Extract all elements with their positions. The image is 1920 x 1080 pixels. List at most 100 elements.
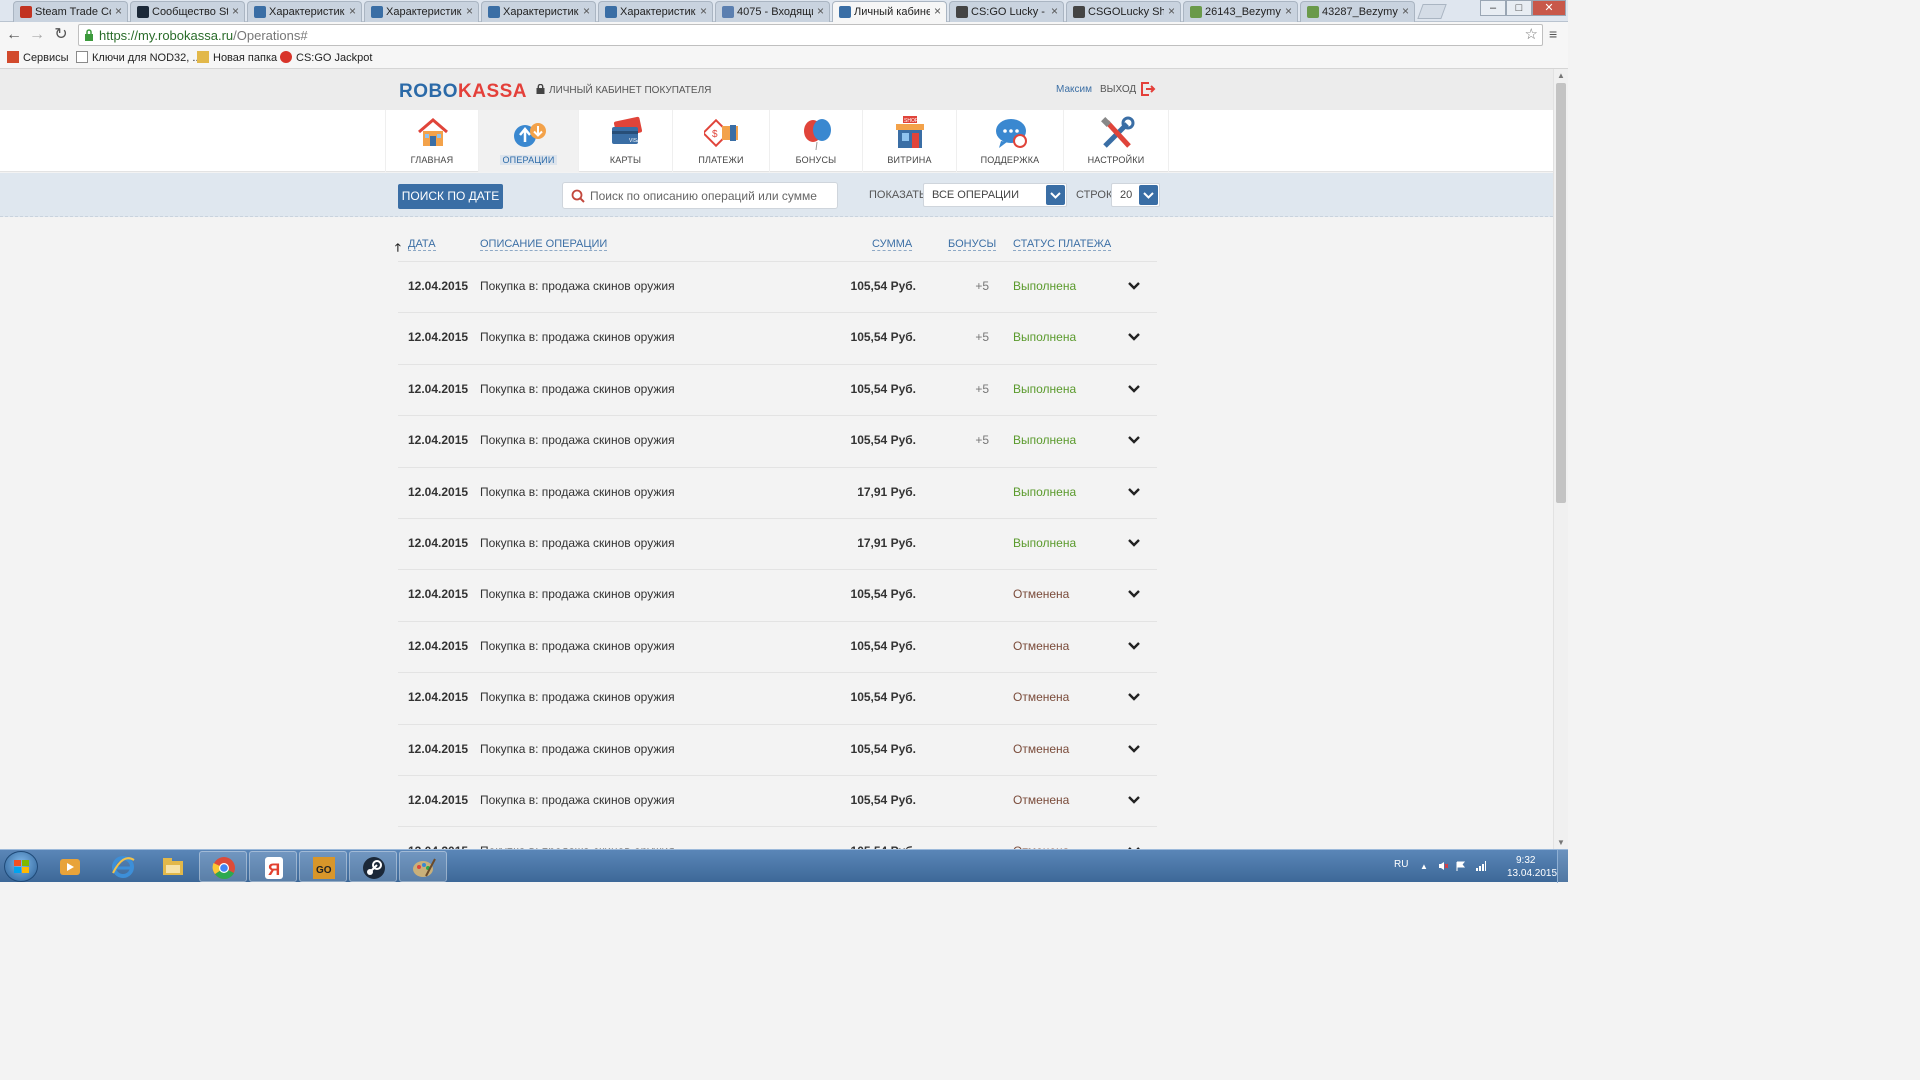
forward-button[interactable]: → [27,25,47,45]
browser-tab[interactable]: 43287_Bezymyan × [1300,1,1415,22]
table-row[interactable]: 12.04.2015Покупка в: продажа скинов оруж… [398,776,1157,828]
browser-tab[interactable]: Характеристики × [598,1,713,22]
tab-close-icon[interactable]: × [1168,4,1175,18]
rows-per-page-select[interactable]: 20 [1111,183,1160,207]
column-header-sum[interactable]: СУММА [872,238,913,251]
tab-close-icon[interactable]: × [934,4,941,18]
nav-item-settings[interactable]: НАСТРОЙКИ [1064,110,1169,172]
browser-tab[interactable]: Steam Trade Cor × [13,1,128,22]
table-row[interactable]: 12.04.2015Покупка в: продажа скинов оруж… [398,262,1157,314]
tab-close-icon[interactable]: × [817,4,824,18]
expand-chevron-icon[interactable] [1126,279,1142,293]
nav-item-cards[interactable]: VISA КАРТЫ [579,110,673,172]
tab-close-icon[interactable]: × [700,4,707,18]
table-row[interactable]: 12.04.2015Покупка в: продажа скинов оруж… [398,725,1157,776]
taskbar-app-button[interactable] [46,851,94,882]
tab-close-icon[interactable]: × [1051,4,1058,18]
new-tab-button[interactable] [1417,4,1447,19]
browser-tab[interactable]: Характеристики × [247,1,362,22]
column-header-status[interactable]: СТАТУС ПЛАТЕЖА [1013,238,1112,251]
logout-icon[interactable] [1140,81,1156,97]
tab-close-icon[interactable]: × [1402,4,1409,18]
expand-chevron-icon[interactable] [1126,690,1142,704]
user-name-link[interactable]: Максим [1056,84,1092,95]
browser-tab[interactable]: CSGOLucky Shop × [1066,1,1181,22]
expand-chevron-icon[interactable] [1126,382,1142,396]
tab-close-icon[interactable]: × [466,4,473,18]
scrollbar-thumb[interactable] [1556,83,1566,503]
browser-tab[interactable]: 4075 - Входящие × [715,1,830,22]
speaker-muted-icon[interactable] [1438,861,1448,871]
nav-item-support[interactable]: ПОДДЕРЖКА [957,110,1064,172]
reload-button[interactable]: ↻ [51,25,71,45]
bookmark-item[interactable]: Ключи для NOD32, ... [76,51,202,64]
expand-chevron-icon[interactable] [1126,433,1142,447]
bookmark-item[interactable]: Сервисы [7,51,69,64]
browser-tab[interactable]: Характеристики × [481,1,596,22]
taskbar-app-button[interactable] [149,851,197,882]
clock-time[interactable]: 9:32 [1516,855,1535,866]
expand-chevron-icon[interactable] [1126,536,1142,550]
table-row[interactable]: 12.04.2015Покупка в: продажа скинов оруж… [398,519,1157,571]
browser-tab[interactable]: Сообщество Ste × [130,1,245,22]
scroll-down-arrow-icon[interactable]: ▼ [1557,838,1565,847]
table-row[interactable]: 12.04.2015Покупка в: продажа скинов оруж… [398,622,1157,674]
column-header-bonus[interactable]: БОНУСЫ [948,238,997,251]
taskbar-app-button[interactable] [399,851,447,882]
taskbar-app-button[interactable] [349,851,397,882]
taskbar-app-button[interactable]: GO [299,851,347,882]
operations-type-select[interactable]: ВСЕ ОПЕРАЦИИ [923,183,1067,207]
nav-item-operations[interactable]: ОПЕРАЦИИ [479,110,579,172]
column-header-date[interactable]: ДАТА [408,238,436,251]
clock-date[interactable]: 13.04.2015 [1507,868,1557,879]
maximize-window-button[interactable]: □ [1506,0,1532,16]
flag-icon[interactable] [1456,861,1466,871]
expand-chevron-icon[interactable] [1126,330,1142,344]
scroll-up-arrow-icon[interactable]: ▲ [1557,71,1565,80]
taskbar-app-button[interactable] [199,851,247,882]
table-row[interactable]: 12.04.2015Покупка в: продажа скинов оруж… [398,673,1157,725]
tab-close-icon[interactable]: × [583,4,590,18]
table-row[interactable]: 12.04.2015Покупка в: продажа скинов оруж… [398,365,1157,417]
page-scrollbar[interactable]: ▲ ▼ [1553,69,1568,849]
chevron-down-icon[interactable] [1139,185,1158,205]
table-row[interactable]: 12.04.2015Покупка в: продажа скинов оруж… [398,416,1157,468]
column-header-description[interactable]: ОПИСАНИЕ ОПЕРАЦИИ [480,238,608,251]
tab-close-icon[interactable]: × [1285,4,1292,18]
nav-item-bonuses[interactable]: БОНУСЫ [770,110,863,172]
expand-chevron-icon[interactable] [1126,793,1142,807]
start-button[interactable] [4,851,38,882]
browser-tab[interactable]: 26143_Bezymyan × [1183,1,1298,22]
taskbar-app-button[interactable]: Я [249,851,297,882]
chevron-down-icon[interactable] [1046,185,1065,205]
expand-chevron-icon[interactable] [1126,587,1142,601]
table-row[interactable]: 12.04.2015Покупка в: продажа скинов оруж… [398,313,1157,365]
table-row[interactable]: 12.04.2015Покупка в: продажа скинов оруж… [398,827,1157,849]
table-row[interactable]: 12.04.2015Покупка в: продажа скинов оруж… [398,570,1157,622]
logout-link[interactable]: ВЫХОД [1100,84,1136,95]
address-bar[interactable]: https://my.robokassa.ru/Operations# ☆ [78,24,1543,46]
browser-tab[interactable]: Характеристики × [364,1,479,22]
table-row[interactable]: 12.04.2015Покупка в: продажа скинов оруж… [398,468,1157,519]
tab-close-icon[interactable]: × [232,4,239,18]
chrome-menu-icon[interactable]: ≡ [1549,26,1563,42]
back-button[interactable]: ← [4,25,24,45]
close-window-button[interactable]: ✕ [1532,0,1566,16]
expand-chevron-icon[interactable] [1126,742,1142,756]
language-indicator[interactable]: RU [1394,859,1408,870]
tray-expand-icon[interactable]: ▲ [1420,862,1430,872]
browser-tab[interactable]: Личный кабине × [832,1,947,23]
expand-chevron-icon[interactable] [1126,485,1142,499]
bookmark-star-icon[interactable]: ☆ [1525,25,1538,43]
nav-item-payments[interactable]: $ ПЛАТЕЖИ [673,110,770,172]
nav-item-home[interactable]: ГЛАВНАЯ [385,110,479,172]
tab-close-icon[interactable]: × [115,4,122,18]
taskbar-app-button[interactable] [99,851,147,882]
browser-tab[interactable]: CS:GO Lucky - И × [949,1,1064,22]
robokassa-logo[interactable]: ROBOKASSA [399,81,527,103]
sort-ascending-icon[interactable]: 🡑 [395,239,401,258]
search-by-date-button[interactable]: ПОИСК ПО ДАТЕ [398,184,503,209]
tab-close-icon[interactable]: × [349,4,356,18]
show-desktop-button[interactable] [1557,850,1568,883]
nav-item-showcase[interactable]: SHOP ВИТРИНА [863,110,957,172]
